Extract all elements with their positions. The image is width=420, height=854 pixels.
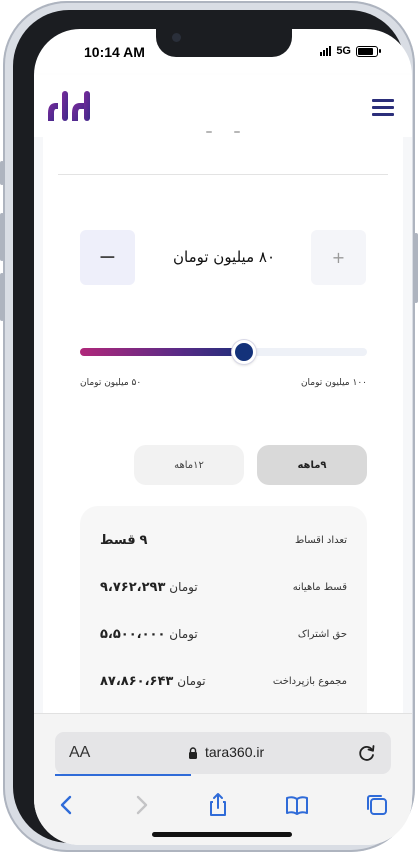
bookmarks-icon[interactable]	[284, 792, 310, 818]
network-type: 5G	[336, 45, 351, 57]
url-text: tara360.ir	[205, 744, 265, 760]
subscription-fee-unit: تومان	[169, 627, 198, 641]
share-icon[interactable]	[205, 792, 231, 818]
installment-count-number: ۹	[139, 533, 148, 548]
total-repayment-unit: تومان	[177, 674, 206, 688]
monthly-installment: تومان ۹،۷۶۲،۲۹۳	[100, 580, 198, 595]
status-time: 10:14 AM	[84, 44, 145, 60]
home-indicator	[152, 832, 292, 837]
volume-up-button	[0, 213, 4, 261]
tabs-icon[interactable]	[364, 792, 390, 818]
phone-bezel: 10:14 AM 5G − ۸۰ میلیون تومان + ۵۰ میلیو…	[13, 10, 412, 845]
decrease-amount-button[interactable]: −	[80, 230, 135, 285]
slider-fill	[80, 348, 244, 356]
total-repayment-number: ۸۷،۸۶۰،۶۴۳	[100, 674, 174, 689]
notch	[156, 29, 292, 57]
summary-row-monthly: تومان ۹،۷۶۲،۲۹۳ قسط ماهیانه	[100, 580, 347, 600]
slider-max-label: ۱۰۰ میلیون تومان	[300, 378, 367, 388]
monthly-installment-label: قسط ماهیانه	[292, 582, 347, 593]
status-indicators: 5G	[320, 45, 381, 57]
screen: 10:14 AM 5G − ۸۰ میلیون تومان + ۵۰ میلیو…	[34, 29, 412, 845]
front-camera	[172, 33, 181, 42]
lock-icon	[189, 747, 197, 759]
battery-icon	[356, 45, 381, 57]
subscription-fee-number: ۵،۵۰۰،۰۰۰	[100, 627, 166, 642]
slider-thumb[interactable]	[232, 340, 256, 364]
monthly-installment-number: ۹،۷۶۲،۲۹۳	[100, 580, 166, 595]
phone-frame: 10:14 AM 5G − ۸۰ میلیون تومان + ۵۰ میلیو…	[0, 1, 418, 852]
hamburger-menu-icon[interactable]	[372, 99, 394, 120]
increase-amount-button[interactable]: +	[311, 230, 366, 285]
mute-switch	[0, 161, 4, 185]
reader-options-button[interactable]: AA	[69, 744, 90, 762]
signal-icon	[320, 46, 332, 56]
subscription-fee-label: حق اشتراک	[297, 629, 347, 640]
tab-9-months[interactable]: ۹ماهه	[257, 445, 367, 485]
total-repayment: تومان ۸۷،۸۶۰،۶۴۳	[100, 674, 206, 689]
safari-bottom-bar: AA tara360.ir	[34, 713, 412, 845]
installment-summary: ۹ قسط تعداد اقساط تومان ۹،۷۶۲،۲۹۳ قسط ما…	[80, 506, 367, 736]
installment-count-label: تعداد اقساط	[294, 535, 347, 546]
loan-amount-slider[interactable]	[80, 340, 367, 364]
installment-count-unit: قسط	[100, 533, 136, 548]
power-button	[414, 233, 418, 303]
reload-icon[interactable]	[357, 743, 377, 763]
page-load-progress	[55, 774, 191, 776]
total-repayment-label: مجموع بازپرداخت	[272, 676, 347, 687]
subscription-fee: تومان ۵،۵۰۰،۰۰۰	[100, 627, 198, 642]
address-bar[interactable]: AA tara360.ir	[55, 732, 391, 774]
scrolled-content-fragment	[194, 131, 254, 133]
loan-amount-value: ۸۰ میلیون تومان	[172, 248, 276, 266]
slider-min-label: ۵۰ میلیون تومان	[80, 378, 142, 388]
section-divider	[58, 174, 388, 175]
monthly-installment-unit: تومان	[169, 580, 198, 594]
summary-row-total: تومان ۸۷،۸۶۰،۶۴۳ مجموع بازپرداخت	[100, 674, 347, 694]
tab-12-months[interactable]: ۱۲ماهه	[134, 445, 244, 485]
summary-row-subscription: تومان ۵،۵۰۰،۰۰۰ حق اشتراک	[100, 627, 347, 647]
back-icon[interactable]	[54, 792, 80, 818]
forward-icon[interactable]	[128, 792, 154, 818]
volume-down-button	[0, 273, 4, 321]
installment-count: ۹ قسط	[100, 533, 147, 548]
summary-row-installments: ۹ قسط تعداد اقساط	[100, 533, 347, 553]
